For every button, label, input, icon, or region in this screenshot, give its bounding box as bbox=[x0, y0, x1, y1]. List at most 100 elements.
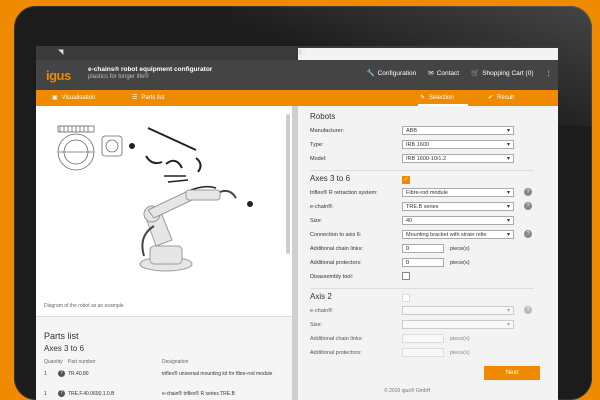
type-value: IRB 1600 bbox=[406, 142, 429, 148]
chevron-down-icon: ▾ bbox=[506, 142, 510, 148]
robots-title: Robots bbox=[310, 112, 336, 121]
mail-icon: ✉ bbox=[428, 70, 434, 77]
manufacturer-label: Manufacturer: bbox=[310, 128, 344, 134]
left-panel: Diagram of the robot as an example Parts… bbox=[36, 106, 292, 400]
nav-cart[interactable]: 🛒 Shopping Cart (0) bbox=[471, 69, 533, 77]
tab-bar: ▣ Visualisation ☰ Parts list ✎ Selection… bbox=[36, 90, 558, 106]
chevron-down-icon: ▾ bbox=[506, 190, 510, 196]
echain-value: TRE.B series bbox=[406, 204, 439, 210]
selection-panel: Robots Manufacturer: ABB ▾ Type: IRB 1600… bbox=[298, 106, 558, 400]
diagram-caption: Diagram of the robot as an example bbox=[44, 303, 124, 309]
header-nav: 🔧 Configuration ✉ Contact 🛒 Shopping Cart (… bbox=[366, 69, 552, 77]
image-icon: ▣ bbox=[52, 95, 58, 101]
axis2-links-unit: piece(s) bbox=[450, 336, 470, 342]
size-value: 40 bbox=[406, 218, 413, 224]
disassembly-checkbox[interactable] bbox=[402, 272, 410, 280]
axes-3-6-title: Axes 3 to 6 bbox=[310, 174, 351, 183]
col-part-number: Part number bbox=[68, 359, 96, 365]
type-select[interactable]: IRB 1600 ▾ bbox=[402, 140, 514, 149]
protectors-label: Additional protectors: bbox=[310, 260, 362, 266]
app-header: igus e-chains® robot equipment configura… bbox=[36, 60, 558, 90]
connection-value: Mounting bracket with strain relie bbox=[406, 232, 487, 238]
tab-visualisation[interactable]: ▣ Visualisation bbox=[52, 94, 96, 102]
robot-arm bbox=[139, 189, 237, 272]
chevron-down-icon: ▾ bbox=[506, 322, 510, 328]
tab-result[interactable]: ✔ Result bbox=[488, 94, 514, 102]
tab-parts-list[interactable]: ☰ Parts list bbox=[132, 94, 165, 102]
nav-contact[interactable]: ✉ Contact bbox=[428, 69, 459, 77]
tab-parts-list-label: Parts list bbox=[141, 94, 165, 101]
nav-configuration[interactable]: 🔧 Configuration bbox=[366, 69, 416, 77]
chevron-down-icon: ▾ bbox=[506, 128, 510, 134]
protectors-unit: piece(s) bbox=[450, 260, 470, 266]
connection-label: Connection to axis 6: bbox=[310, 232, 362, 238]
help-icon[interactable]: ? bbox=[524, 202, 532, 210]
axis2-protectors-unit: piece(s) bbox=[450, 350, 470, 356]
manufacturer-select[interactable]: ABB ▾ bbox=[402, 126, 514, 135]
row-qty: 1 bbox=[44, 371, 47, 377]
parts-list-title: Parts list bbox=[44, 331, 79, 341]
info-icon[interactable]: ? bbox=[58, 390, 65, 397]
help-icon[interactable]: ? bbox=[524, 306, 532, 314]
cart-icon: 🛒 bbox=[471, 70, 480, 77]
axis2-size-select[interactable]: ▾ bbox=[402, 320, 514, 329]
axis2-size-label: Size: bbox=[310, 322, 323, 328]
axes-3-6-checkbox[interactable]: ✓ bbox=[402, 176, 410, 184]
axis2-protectors-label: Additional protectors: bbox=[310, 350, 362, 356]
row-part: TRE.F.40.0600.1.0.B bbox=[68, 391, 115, 397]
copyright: © 2019 igus® GmbH bbox=[384, 388, 431, 394]
check-icon: ✔ bbox=[488, 95, 494, 101]
wifi-icon: ◥ bbox=[58, 49, 64, 56]
axis-2-title: Axis 2 bbox=[310, 292, 332, 301]
retraction-select[interactable]: Fibre-rod module ▾ bbox=[402, 188, 514, 197]
protectors-input[interactable]: 0 bbox=[402, 258, 444, 267]
help-icon[interactable]: ? bbox=[524, 188, 532, 196]
divider bbox=[310, 170, 534, 171]
links-input[interactable]: 0 bbox=[402, 244, 444, 253]
type-label: Type: bbox=[310, 142, 324, 148]
app-title: e-chains® robot equipment configurator bbox=[88, 66, 213, 73]
wrench-icon: 🔧 bbox=[366, 70, 375, 77]
status-bar: ◥ ▮▯ bbox=[36, 46, 558, 342]
chevron-down-icon: ▾ bbox=[506, 308, 510, 314]
app-titles: e-chains® robot equipment configurator p… bbox=[88, 66, 212, 80]
retraction-label: triflex® R retraction system: bbox=[310, 190, 378, 196]
tab-visualisation-label: Visualisation bbox=[61, 94, 96, 101]
nav-cart-label: Shopping Cart (0) bbox=[482, 70, 534, 77]
axis2-protectors-input[interactable] bbox=[402, 348, 444, 357]
col-quantity: Quantity bbox=[44, 359, 63, 365]
axis2-echain-label: e-chain®: bbox=[310, 308, 334, 314]
info-icon[interactable]: ? bbox=[58, 370, 65, 377]
retraction-value: Fibre-rod module bbox=[406, 190, 448, 196]
row-qty: 1 bbox=[44, 391, 47, 397]
connection-select[interactable]: Mounting bracket with strain relie ▾ bbox=[402, 230, 514, 239]
manufacturer-value: ABB bbox=[406, 128, 418, 134]
size-select[interactable]: 40 ▾ bbox=[402, 216, 514, 225]
next-button[interactable]: Next bbox=[484, 366, 540, 380]
chevron-down-icon: ▾ bbox=[506, 156, 510, 162]
igus-logo[interactable]: igus bbox=[46, 68, 71, 83]
more-menu-icon[interactable]: ⋮ bbox=[546, 69, 553, 77]
nav-contact-label: Contact bbox=[436, 70, 460, 77]
links-unit: piece(s) bbox=[450, 246, 470, 252]
axis2-links-input[interactable] bbox=[402, 334, 444, 343]
left-scrollbar[interactable] bbox=[286, 114, 290, 254]
axis2-links-label: Additional chain links: bbox=[310, 336, 363, 342]
divider bbox=[310, 288, 534, 289]
nav-configuration-label: Configuration bbox=[377, 70, 417, 77]
row-designation: triflex® universal mounting kit for fibr… bbox=[162, 371, 273, 377]
parts-list: Parts list Axes 3 to 6 Quantity Part num… bbox=[36, 316, 292, 400]
tab-selection[interactable]: ✎ Selection bbox=[420, 94, 454, 102]
model-select[interactable]: IRB 1600-10/1.2 ▾ bbox=[402, 154, 514, 163]
row-part: TR.40.80 bbox=[68, 371, 89, 377]
chevron-down-icon: ▾ bbox=[506, 204, 510, 210]
disassembly-label: Disassembly tool: bbox=[310, 274, 354, 280]
echain-select[interactable]: TRE.B series ▾ bbox=[402, 202, 514, 211]
model-value: IRB 1600-10/1.2 bbox=[406, 156, 447, 162]
help-icon[interactable]: ? bbox=[524, 230, 532, 238]
tablet-screen: ◥ ▮▯ igus e-chains® robot equipment conf… bbox=[36, 46, 558, 400]
axis-2-checkbox[interactable] bbox=[402, 294, 410, 302]
axis2-echain-select[interactable]: ▾ bbox=[402, 306, 514, 315]
col-designation: Designation bbox=[162, 359, 189, 365]
app-subtitle: plastics for longer life® bbox=[88, 74, 149, 80]
